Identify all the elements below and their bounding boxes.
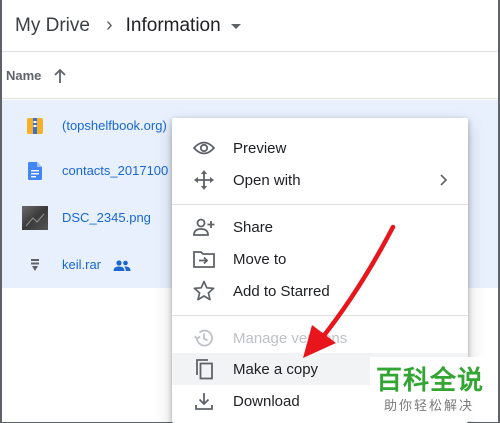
- folder-dropdown-icon[interactable]: [230, 24, 241, 29]
- image-thumbnail: [22, 205, 48, 231]
- add-person-icon: [192, 215, 216, 239]
- file-name[interactable]: keil.rar: [62, 257, 131, 272]
- eye-icon: [192, 136, 216, 160]
- menu-item-open-with[interactable]: Open with: [172, 164, 468, 196]
- menu-item-manage-versions: Manage versions: [172, 322, 468, 354]
- menu-label: Manage versions: [233, 329, 348, 347]
- menu-label: Move to: [233, 250, 287, 268]
- breadcrumb: My Drive › Information: [2, 0, 498, 52]
- history-icon: [192, 326, 216, 350]
- name-column-header[interactable]: Name: [6, 68, 41, 83]
- menu-label: Add to Starred: [233, 282, 330, 300]
- shared-people-icon: [113, 259, 131, 271]
- file-name[interactable]: contacts_2017100: [62, 163, 168, 178]
- download-icon: [192, 389, 216, 413]
- move-arrows-icon: [192, 168, 216, 192]
- column-header: Name: [2, 53, 498, 99]
- menu-item-preview[interactable]: Preview: [172, 132, 468, 164]
- star-outline-icon: [192, 279, 216, 303]
- sort-ascending-icon[interactable]: [53, 68, 67, 84]
- rar-archive-icon: [22, 252, 48, 278]
- menu-label: Make a copy: [233, 360, 319, 378]
- menu-label: Open with: [233, 171, 301, 189]
- menu-label: Preview: [233, 139, 287, 157]
- file-name-text: keil.rar: [62, 257, 102, 272]
- menu-divider: [172, 204, 468, 205]
- menu-item-move-to[interactable]: Move to: [172, 243, 468, 275]
- breadcrumb-separator-icon: ›: [105, 14, 113, 36]
- archive-icon: [22, 113, 48, 139]
- file-name[interactable]: (topshelfbook.org): [62, 118, 167, 133]
- watermark: 百科全说 助你轻松解决: [370, 357, 496, 421]
- move-folder-icon: [192, 247, 216, 271]
- menu-item-share[interactable]: Share: [172, 211, 468, 243]
- copy-icon: [192, 357, 216, 381]
- watermark-title: 百科全说: [376, 366, 485, 396]
- menu-divider: [172, 315, 468, 316]
- chevron-right-icon: [440, 174, 448, 186]
- watermark-subtitle: 助你轻松解决: [384, 399, 475, 414]
- file-name[interactable]: DSC_2345.png: [62, 210, 151, 225]
- menu-label: Download: [233, 392, 300, 410]
- menu-label: Share: [233, 218, 274, 236]
- breadcrumb-my-drive[interactable]: My Drive: [15, 15, 90, 37]
- menu-item-add-to-starred[interactable]: Add to Starred: [172, 275, 468, 307]
- docs-icon: [22, 158, 48, 184]
- breadcrumb-current-folder[interactable]: Information: [126, 15, 221, 37]
